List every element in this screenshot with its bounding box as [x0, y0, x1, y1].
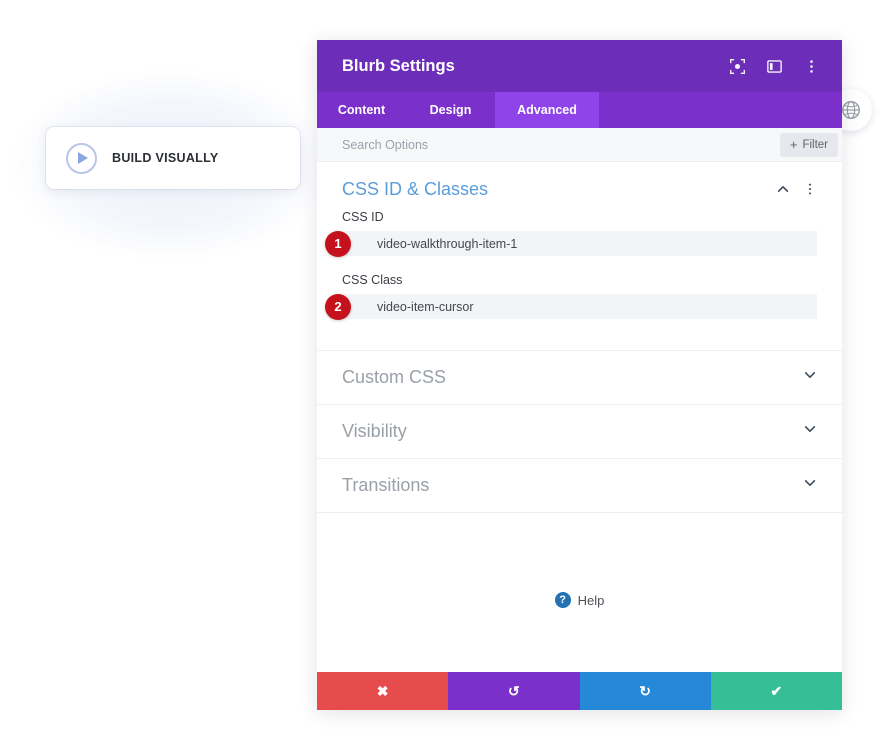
section-visibility[interactable]: Visibility [317, 404, 842, 458]
chevron-down-icon[interactable] [803, 368, 817, 387]
panel-tabs: Content Design Advanced [317, 92, 842, 128]
annotation-badge-2: 2 [325, 293, 351, 320]
kebab-menu-icon[interactable] [800, 55, 822, 77]
cancel-button[interactable]: ✖ [317, 672, 449, 710]
build-visually-label: BUILD VISUALLY [112, 151, 219, 165]
chevron-down-icon[interactable] [803, 422, 817, 441]
check-icon: ✔ [770, 683, 783, 699]
plus-icon: + [789, 137, 798, 152]
filter-button[interactable]: + Filter [779, 132, 838, 157]
search-input[interactable] [342, 137, 780, 152]
help-area: ? Help [317, 512, 842, 657]
section-css-id-classes: CSS ID & Classes CSS ID 1 video-walkthro… [317, 162, 842, 350]
redo-icon: ↻ [639, 683, 651, 699]
field-css-class-label: CSS Class [342, 273, 403, 287]
tab-content[interactable]: Content [317, 92, 406, 128]
layout-panel-icon[interactable] [763, 55, 785, 77]
blurb-settings-panel: Blurb Settings Content Design Advanced S… [317, 40, 842, 710]
help-link[interactable]: ? Help [554, 543, 605, 657]
undo-icon: ↺ [508, 683, 520, 699]
field-css-class-wrap: 2 [325, 293, 817, 320]
play-circle-icon [66, 142, 97, 174]
filter-button-label: Filter [802, 138, 828, 151]
section-custom-css-title: Custom CSS [342, 367, 447, 387]
panel-body: CSS ID & Classes CSS ID 1 video-walkthro… [317, 162, 842, 672]
tab-advanced[interactable]: Advanced [495, 92, 599, 128]
section-css-id-classes-header[interactable]: CSS ID & Classes [342, 162, 817, 210]
question-mark-icon: ? [554, 592, 571, 608]
section-visibility-title: Visibility [342, 421, 407, 441]
play-triangle [78, 152, 88, 164]
search-row: + Filter [317, 128, 842, 162]
panel-title: Blurb Settings [342, 56, 455, 75]
close-icon: ✖ [376, 683, 389, 699]
help-label: Help [577, 592, 605, 608]
section-transitions[interactable]: Transitions [317, 458, 842, 512]
annotation-badge-1: 1 [325, 230, 351, 257]
chevron-down-icon[interactable] [803, 476, 817, 495]
section-title: CSS ID & Classes [342, 178, 489, 199]
screen: BUILD VISUALLY Blurb Settings Content De… [0, 0, 880, 744]
field-css-id-label: CSS ID [342, 210, 384, 224]
save-button[interactable]: ✔ [710, 672, 842, 710]
globe-icon [842, 101, 860, 119]
focus-target-icon[interactable] [726, 55, 748, 77]
undo-button[interactable]: ↺ [448, 672, 580, 710]
section-kebab-menu-icon[interactable] [803, 182, 817, 196]
section-tools [776, 182, 817, 196]
panel-header: Blurb Settings [317, 40, 842, 92]
section-custom-css[interactable]: Custom CSS [317, 350, 842, 404]
css-id-input[interactable] [342, 231, 817, 256]
chevron-up-icon[interactable] [776, 182, 790, 196]
section-transitions-title: Transitions [342, 475, 430, 495]
panel-header-actions [726, 55, 822, 77]
field-css-id-wrap: 1 [325, 230, 817, 257]
field-css-class: CSS Class 2 [325, 273, 817, 320]
redo-button[interactable]: ↻ [579, 672, 711, 710]
panel-action-bar: ✖ ↺ ↻ ✔ [317, 672, 842, 710]
css-class-input[interactable] [342, 294, 817, 319]
build-visually-button[interactable]: BUILD VISUALLY [46, 127, 300, 189]
field-css-id: CSS ID 1 [325, 210, 817, 257]
tab-design[interactable]: Design [406, 92, 495, 128]
